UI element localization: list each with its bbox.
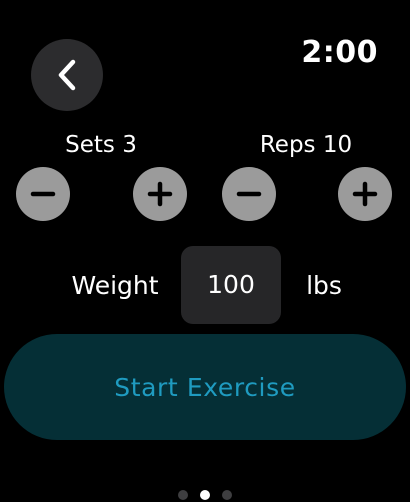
weight-unit-label: lbs: [306, 271, 342, 300]
start-exercise-button[interactable]: Start Exercise: [4, 334, 406, 440]
page-dot: [222, 490, 232, 500]
sets-increment-button[interactable]: [133, 167, 187, 221]
reps-decrement-button[interactable]: [222, 167, 276, 221]
clock-time: 2:00: [301, 35, 378, 70]
sets-decrement-button[interactable]: [16, 167, 70, 221]
weight-field[interactable]: 100: [181, 246, 281, 324]
start-exercise-label: Start Exercise: [114, 372, 296, 402]
back-button[interactable]: [31, 39, 103, 111]
plus-icon: [352, 181, 378, 207]
minus-icon: [236, 191, 262, 197]
reps-label: Reps 10: [259, 132, 353, 158]
plus-icon: [147, 181, 173, 207]
minus-icon: [30, 191, 56, 197]
weight-label: Weight: [71, 271, 159, 300]
sets-label: Sets 3: [65, 132, 137, 158]
reps-increment-button[interactable]: [338, 167, 392, 221]
page-dot: [178, 490, 188, 500]
chevron-left-icon: [58, 59, 76, 91]
page-dot-active: [200, 490, 210, 500]
page-indicator: [0, 490, 410, 500]
